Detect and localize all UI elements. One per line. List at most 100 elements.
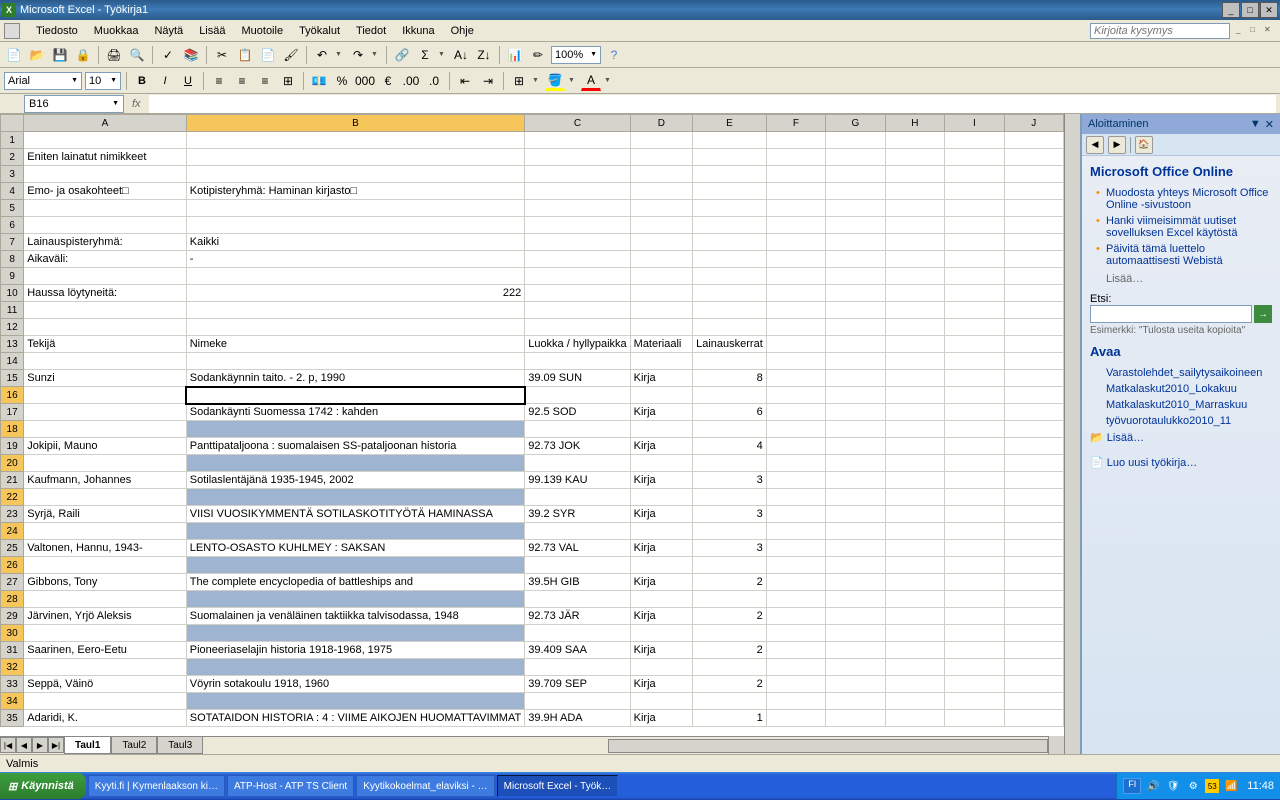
cell-J31[interactable]: [1004, 642, 1063, 659]
cell-H3[interactable]: [885, 166, 944, 183]
cell-C9[interactable]: [525, 268, 630, 285]
hyperlink-icon[interactable]: 🔗: [392, 45, 412, 65]
cell-E20[interactable]: [693, 455, 767, 472]
autosum-dropdown[interactable]: ▼: [438, 51, 448, 58]
taskpane-more-link[interactable]: Lisää…: [1090, 273, 1272, 285]
menu-muokkaa[interactable]: Muokkaa: [86, 23, 147, 39]
tab-nav-last[interactable]: ▶|: [48, 737, 64, 753]
cell-I4[interactable]: [945, 183, 1004, 200]
cell-G32[interactable]: [826, 659, 886, 676]
cell-B25[interactable]: LENTO-OSASTO KUHLMEY : SAKSAN: [186, 540, 524, 557]
cell-F6[interactable]: [766, 217, 825, 234]
cell-F29[interactable]: [766, 608, 825, 625]
cell-C4[interactable]: [525, 183, 630, 200]
cell-I25[interactable]: [945, 540, 1004, 557]
cell-E18[interactable]: [693, 421, 767, 438]
cell-G3[interactable]: [826, 166, 886, 183]
cell-I13[interactable]: [945, 336, 1004, 353]
menu-tiedosto[interactable]: Tiedosto: [28, 23, 86, 39]
cell-A20[interactable]: [24, 455, 187, 472]
cell-B5[interactable]: [186, 200, 524, 217]
cell-G12[interactable]: [826, 319, 886, 336]
taskpane-forward-icon[interactable]: ▶: [1108, 136, 1126, 154]
cell-H35[interactable]: [885, 710, 944, 727]
cell-E34[interactable]: [693, 693, 767, 710]
cell-G11[interactable]: [826, 302, 886, 319]
menu-ohje[interactable]: Ohje: [443, 23, 482, 39]
open-icon[interactable]: 📂: [27, 45, 47, 65]
row-header-7[interactable]: 7: [1, 234, 24, 251]
cell-A30[interactable]: [24, 625, 187, 642]
cell-B2[interactable]: [186, 149, 524, 166]
chart-icon[interactable]: 📊: [505, 45, 525, 65]
cell-J30[interactable]: [1004, 625, 1063, 642]
col-header-C[interactable]: C: [525, 115, 630, 132]
cell-F12[interactable]: [766, 319, 825, 336]
help-icon[interactable]: ?: [604, 45, 624, 65]
increase-indent-icon[interactable]: ⇥: [478, 71, 498, 91]
taskpane-link[interactable]: Hanki viimeisimmät uutiset sovelluksen E…: [1094, 213, 1272, 241]
menu-näytä[interactable]: Näytä: [146, 23, 191, 39]
redo-dropdown[interactable]: ▼: [371, 51, 381, 58]
taskpane-new-workbook[interactable]: Luo uusi työkirja…: [1090, 454, 1272, 471]
cell-F25[interactable]: [766, 540, 825, 557]
cell-A7[interactable]: Lainauspisteryhmä:: [24, 234, 187, 251]
cell-C34[interactable]: [525, 693, 630, 710]
menu-muotoile[interactable]: Muotoile: [233, 23, 291, 39]
cell-B6[interactable]: [186, 217, 524, 234]
cell-D15[interactable]: Kirja: [630, 370, 692, 387]
row-header-15[interactable]: 15: [1, 370, 24, 387]
cell-G1[interactable]: [826, 132, 886, 149]
row-header-13[interactable]: 13: [1, 336, 24, 353]
cell-F10[interactable]: [766, 285, 825, 302]
cell-E5[interactable]: [693, 200, 767, 217]
cell-B12[interactable]: [186, 319, 524, 336]
cell-J28[interactable]: [1004, 591, 1063, 608]
cell-B10[interactable]: 222: [186, 285, 524, 302]
cell-H24[interactable]: [885, 523, 944, 540]
undo-icon[interactable]: ↶: [312, 45, 332, 65]
cell-E11[interactable]: [693, 302, 767, 319]
cell-H14[interactable]: [885, 353, 944, 370]
cell-G26[interactable]: [826, 557, 886, 574]
paste-icon[interactable]: 📄: [258, 45, 278, 65]
cell-D2[interactable]: [630, 149, 692, 166]
font-name-input[interactable]: Arial▼: [4, 72, 82, 90]
col-header-D[interactable]: D: [630, 115, 692, 132]
cell-I29[interactable]: [945, 608, 1004, 625]
cell-H12[interactable]: [885, 319, 944, 336]
cell-I34[interactable]: [945, 693, 1004, 710]
cell-G30[interactable]: [826, 625, 886, 642]
cell-C3[interactable]: [525, 166, 630, 183]
cell-J32[interactable]: [1004, 659, 1063, 676]
cell-A19[interactable]: Jokipii, Mauno: [24, 438, 187, 455]
cell-B4[interactable]: Kotipisteryhmä: Haminan kirjasto□: [186, 183, 524, 200]
cell-B19[interactable]: Panttipataljoona : suomalaisen SS-patalj…: [186, 438, 524, 455]
cell-B16[interactable]: [186, 387, 524, 404]
cell-C5[interactable]: [525, 200, 630, 217]
cell-I8[interactable]: [945, 251, 1004, 268]
cell-D18[interactable]: [630, 421, 692, 438]
row-header-31[interactable]: 31: [1, 642, 24, 659]
cell-B35[interactable]: SOTATAIDON HISTORIA : 4 : VIIME AIKOJEN …: [186, 710, 524, 727]
cell-A32[interactable]: [24, 659, 187, 676]
cell-I14[interactable]: [945, 353, 1004, 370]
cell-I27[interactable]: [945, 574, 1004, 591]
row-header-25[interactable]: 25: [1, 540, 24, 557]
cell-A17[interactable]: [24, 404, 187, 421]
cell-E16[interactable]: [693, 387, 767, 404]
cell-A18[interactable]: [24, 421, 187, 438]
row-header-5[interactable]: 5: [1, 200, 24, 217]
taskbar-item[interactable]: Kyytikokoelmat_elaviksi - …: [356, 775, 494, 797]
cell-C10[interactable]: [525, 285, 630, 302]
cell-C21[interactable]: 99.139 KAU: [525, 472, 630, 489]
align-center-icon[interactable]: ≡: [232, 71, 252, 91]
row-header-28[interactable]: 28: [1, 591, 24, 608]
cell-J3[interactable]: [1004, 166, 1063, 183]
col-header-J[interactable]: J: [1004, 115, 1063, 132]
cell-E14[interactable]: [693, 353, 767, 370]
cell-F15[interactable]: [766, 370, 825, 387]
cell-F11[interactable]: [766, 302, 825, 319]
cell-I33[interactable]: [945, 676, 1004, 693]
cell-J9[interactable]: [1004, 268, 1063, 285]
